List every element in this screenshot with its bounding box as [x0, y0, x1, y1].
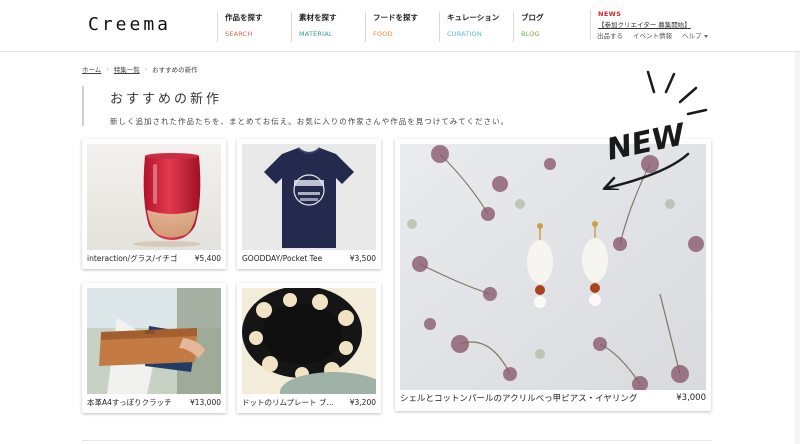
nav-search-label: 作品を探す [225, 13, 263, 22]
product-price: ¥3,500 [349, 253, 376, 263]
product-image-clutch [87, 288, 221, 394]
title-block: おすすめの新作 新しく追加された作品たちを、まとめてお伝え。お気に入りの作家さん… [82, 86, 722, 126]
nav-food-en: FOOD [373, 30, 393, 38]
product-card-clutch[interactable]: 本革A4すっぽりクラッチ ¥13,000 [82, 283, 226, 413]
product-image-tshirt [242, 144, 376, 250]
caret-down-icon [703, 34, 708, 38]
nav-search-en: SEARCH [225, 30, 253, 38]
product-card-tshirt[interactable]: GOODDAY/Pocket Tee ¥3,500 [237, 139, 381, 269]
nav-food[interactable]: フードを探す FOOD [365, 12, 439, 42]
product-image-glass [87, 144, 221, 250]
scrollbar-track[interactable] [795, 52, 800, 444]
breadcrumb-current: おすすめの新作 [152, 66, 198, 74]
help-label: ヘルプ [682, 32, 702, 40]
breadcrumb-home[interactable]: ホーム [82, 64, 101, 74]
nav-search[interactable]: 作品を探す SEARCH [217, 12, 291, 42]
chevron-right-icon: › [144, 65, 148, 73]
product-price: ¥5,400 [194, 253, 221, 263]
product-price: ¥3,000 [676, 393, 706, 403]
creema-logo[interactable]: Creema [88, 14, 171, 35]
nav-material-label: 素材を探す [299, 13, 337, 22]
product-name: ドットのリムプレート ブラック [242, 397, 338, 407]
product-name: 本革A4すっぽりクラッチ [87, 397, 172, 407]
product-meta: 本革A4すっぽりクラッチ ¥13,000 [87, 395, 221, 409]
product-meta: ドットのリムプレート ブラック ¥3,200 [242, 395, 376, 409]
site-header: Creema 作品を探す SEARCH 素材を探す MATERIAL フードを探… [0, 0, 800, 52]
nav-blog[interactable]: ブログ BLOG [513, 12, 587, 42]
divider [82, 440, 712, 441]
nav-curation-label: キュレーション [447, 13, 500, 22]
product-meta: interaction/グラス/イチゴ ¥5,400 [87, 251, 221, 265]
nav-material-en: MATERIAL [299, 30, 333, 38]
nav-blog-en: BLOG [521, 30, 540, 38]
publish-link[interactable]: 出品する [597, 30, 623, 40]
events-link[interactable]: イベント情報 [633, 30, 672, 40]
product-price: ¥13,000 [189, 397, 221, 407]
page-title: おすすめの新作 [110, 92, 223, 107]
chevron-right-icon: › [106, 65, 109, 73]
product-name: GOODDAY/Pocket Tee [242, 253, 323, 263]
product-meta: GOODDAY/Pocket Tee ¥3,500 [242, 251, 376, 265]
product-image-plate [242, 288, 376, 394]
breadcrumb-features[interactable]: 特集一覧 [114, 64, 140, 74]
product-meta: シェルとコットンパールのアクリルべっ甲ピアス・イヤリング ¥3,000 [400, 389, 706, 407]
product-card-plate[interactable]: ドットのリムプレート ブラック ¥3,200 [237, 283, 381, 413]
product-card-glass[interactable]: interaction/グラス/イチゴ ¥5,400 [82, 139, 226, 269]
utility-links: 出品する イベント情報 ヘルプ [597, 30, 708, 40]
product-card-earrings[interactable]: シェルとコットンパールのアクリルべっ甲ピアス・イヤリング ¥3,000 [395, 139, 711, 411]
nav-material[interactable]: 素材を探す MATERIAL [291, 12, 365, 42]
product-image-earrings [400, 144, 706, 390]
product-name: interaction/グラス/イチゴ [87, 253, 178, 263]
nav-blog-label: ブログ [521, 13, 544, 22]
news-link[interactable]: 【参加クリエイター 募集開始】 [598, 19, 708, 29]
nav-curation-en: CURATION [447, 30, 482, 38]
nav-food-label: フードを探す [373, 13, 418, 22]
product-price: ¥3,200 [349, 397, 376, 407]
page-description: 新しく追加された作品たちを、まとめてお伝え。お気に入りの作家さんや作品を見つけて… [110, 117, 510, 126]
help-menu[interactable]: ヘルプ [682, 30, 708, 40]
product-name: シェルとコットンパールのアクリルべっ甲ピアス・イヤリング [400, 394, 638, 404]
breadcrumb: ホーム › 特集一覧 › おすすめの新作 [82, 64, 198, 75]
news-label: NEWS [598, 10, 622, 18]
main-nav: 作品を探す SEARCH 素材を探す MATERIAL フードを探す FOOD … [217, 12, 587, 42]
nav-curation[interactable]: キュレーション CURATION [439, 12, 513, 42]
